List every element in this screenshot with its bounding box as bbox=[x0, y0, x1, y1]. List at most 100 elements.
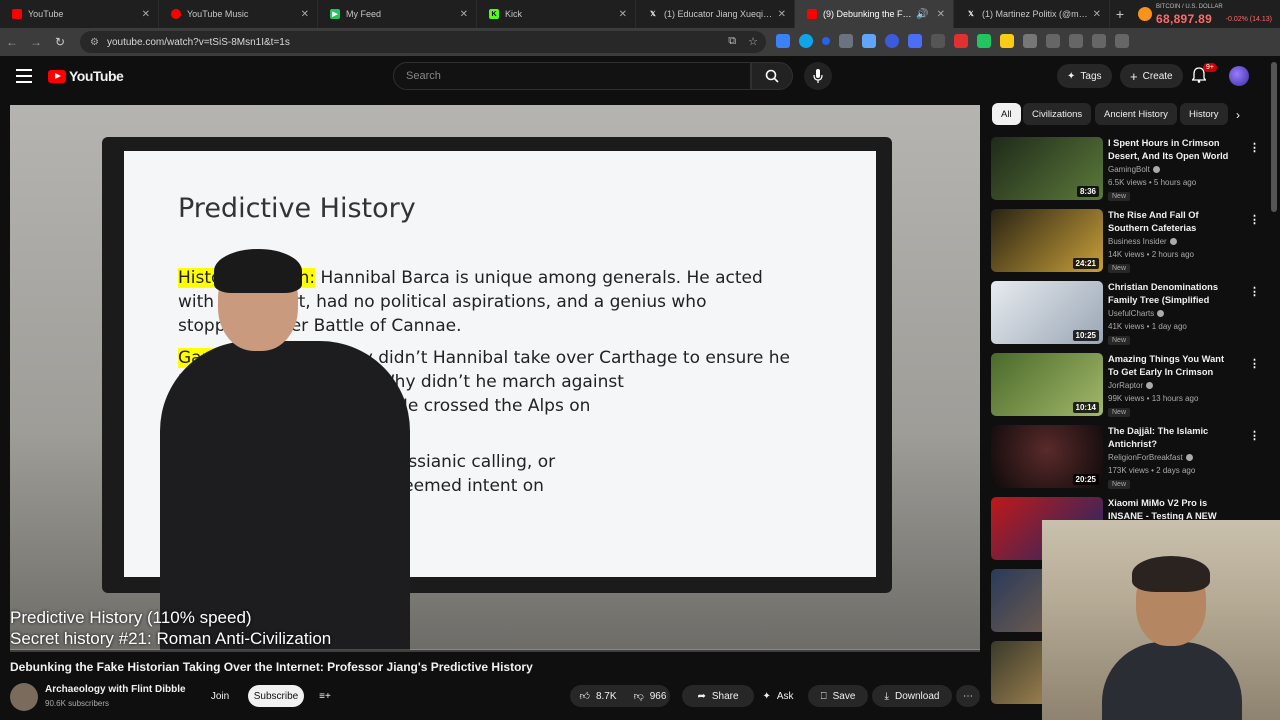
close-icon[interactable]: ✕ bbox=[142, 9, 150, 20]
close-icon[interactable]: ✕ bbox=[937, 9, 945, 20]
puzzle-icon[interactable] bbox=[1023, 34, 1037, 48]
extension-icon[interactable] bbox=[822, 37, 830, 45]
site-info-icon[interactable]: ⚙ bbox=[90, 37, 99, 48]
chip-civilizations[interactable]: Civilizations bbox=[1023, 103, 1092, 125]
chip-ancient-history[interactable]: Ancient History bbox=[1095, 103, 1177, 125]
video-progress-bar[interactable] bbox=[10, 649, 980, 652]
more-options-icon[interactable]: ⋮ bbox=[1249, 285, 1260, 298]
close-icon[interactable]: ✕ bbox=[778, 9, 786, 20]
browser-tab-active[interactable]: (9) Debunking the Fake Hist🔊 ✕ bbox=[795, 0, 954, 28]
channel-name[interactable]: Archaeology with Flint Dibble bbox=[45, 684, 186, 695]
chip-history[interactable]: History bbox=[1180, 103, 1228, 125]
browser-tab[interactable]: 𝕏 (1) Martinez Politix (@martinez ✕ bbox=[954, 0, 1110, 28]
chevron-right-icon[interactable]: › bbox=[1236, 108, 1240, 122]
chip-all[interactable]: All bbox=[992, 103, 1021, 125]
video-thumbnail[interactable]: 20:25 bbox=[991, 425, 1103, 488]
extension-icon[interactable] bbox=[954, 34, 968, 48]
download-button[interactable]: ⤓ Download bbox=[872, 685, 952, 707]
feed-favicon-icon: ▶ bbox=[330, 9, 340, 19]
forward-icon[interactable]: → bbox=[24, 35, 48, 49]
search-button[interactable] bbox=[751, 62, 793, 90]
extension-icon[interactable] bbox=[1046, 34, 1060, 48]
account-avatar[interactable] bbox=[1229, 66, 1249, 86]
download-label: Download bbox=[894, 690, 940, 702]
reload-icon[interactable]: ↻ bbox=[48, 35, 72, 49]
like-button[interactable]: 👍︎ 8.7K bbox=[570, 685, 626, 707]
new-tab-button[interactable]: + bbox=[1110, 6, 1130, 22]
create-label: Create bbox=[1142, 70, 1173, 82]
close-icon[interactable]: ✕ bbox=[460, 9, 468, 20]
create-button[interactable]: + Create bbox=[1120, 64, 1183, 88]
hamburger-menu-icon[interactable] bbox=[16, 69, 32, 83]
video-thumbnail[interactable]: 10:25 bbox=[991, 281, 1103, 344]
extension-icon[interactable] bbox=[977, 34, 991, 48]
extension-icon[interactable] bbox=[1000, 34, 1014, 48]
ask-button[interactable]: ✦ Ask bbox=[752, 685, 804, 707]
youtube-favicon-icon bbox=[807, 9, 817, 19]
search-input[interactable]: Search bbox=[393, 62, 751, 90]
browser-tab[interactable]: 𝕏 (1) Educator Jiang Xueqin Faces ✕ bbox=[636, 0, 795, 28]
video-title[interactable]: Amazing Things You Want To Get Early In … bbox=[1108, 353, 1236, 379]
video-thumbnail[interactable]: 24:21 bbox=[991, 209, 1103, 272]
more-actions-icon[interactable]: ⋯ bbox=[956, 685, 980, 707]
more-options-icon[interactable]: ⋮ bbox=[1249, 213, 1260, 226]
add-to-playlist-icon[interactable]: ≡+ bbox=[313, 685, 337, 707]
devtools-icon[interactable] bbox=[1115, 34, 1129, 48]
extension-icon[interactable] bbox=[776, 34, 790, 48]
extension-icon[interactable] bbox=[862, 34, 876, 48]
video-player[interactable]: Predictive History Histoern: Hannibal Ba… bbox=[10, 105, 980, 650]
share-label: Share bbox=[711, 690, 739, 702]
video-title[interactable]: I Spent Hours in Crimson Desert, And Its… bbox=[1108, 137, 1236, 163]
extension-icon[interactable] bbox=[931, 34, 945, 48]
dislike-button[interactable]: 👎︎ 966 bbox=[628, 685, 672, 707]
share-button[interactable]: ➦ Share bbox=[682, 685, 754, 707]
channel-avatar[interactable] bbox=[10, 683, 38, 711]
x-favicon-icon: 𝕏 bbox=[968, 11, 974, 18]
recommended-video[interactable]: 8:36 I Spent Hours in Crimson Desert, An… bbox=[991, 137, 1260, 205]
history-icon[interactable] bbox=[1069, 34, 1083, 48]
cast-icon[interactable]: ⧉ bbox=[728, 35, 736, 48]
video-thumbnail[interactable]: 8:36 bbox=[991, 137, 1103, 200]
tab-title: (1) Educator Jiang Xueqin Faces bbox=[664, 9, 774, 19]
back-icon[interactable]: ← bbox=[0, 35, 24, 49]
browser-tab[interactable]: ▶ My Feed ✕ bbox=[318, 0, 477, 28]
more-options-icon[interactable]: ⋮ bbox=[1249, 429, 1260, 442]
page-scrollbar[interactable] bbox=[1271, 62, 1277, 212]
speaker-icon[interactable]: 🔊 bbox=[916, 9, 928, 20]
save-button[interactable]: ⎕ Save bbox=[808, 685, 868, 707]
voice-search-button[interactable] bbox=[804, 62, 832, 90]
close-icon[interactable]: ✕ bbox=[301, 9, 309, 20]
recommended-video[interactable]: 24:21 The Rise And Fall Of Southern Cafe… bbox=[991, 209, 1260, 277]
video-thumbnail[interactable]: 10:14 bbox=[991, 353, 1103, 416]
more-options-icon[interactable]: ⋮ bbox=[1249, 357, 1260, 370]
extension-icon[interactable] bbox=[885, 34, 899, 48]
extension-icon[interactable] bbox=[839, 34, 853, 48]
more-options-icon[interactable]: ⋮ bbox=[1249, 141, 1260, 154]
close-icon[interactable]: ✕ bbox=[1093, 9, 1101, 20]
extension-icon[interactable] bbox=[1092, 34, 1106, 48]
recommended-video[interactable]: 10:14 Amazing Things You Want To Get Ear… bbox=[991, 353, 1260, 421]
bookmark-icon: ⎕ bbox=[820, 690, 827, 702]
youtube-music-favicon-icon bbox=[171, 9, 181, 19]
video-title[interactable]: Christian Denominations Family Tree (Sim… bbox=[1108, 281, 1236, 307]
video-title[interactable]: The Dajjāl: The Islamic Antichrist? bbox=[1108, 425, 1236, 451]
recommended-video[interactable]: 10:25 Christian Denominations Family Tre… bbox=[991, 281, 1260, 349]
extension-icon[interactable] bbox=[799, 34, 813, 48]
btc-ticker: BITCOIN / U.S. DOLLAR 68,897.89 -0.02% (… bbox=[1134, 2, 1276, 26]
browser-tab[interactable]: YouTube ✕ bbox=[0, 0, 159, 28]
tags-button[interactable]: ✦ Tags bbox=[1057, 64, 1112, 88]
browser-tab[interactable]: YouTube Music ✕ bbox=[159, 0, 318, 28]
youtube-logo[interactable]: YouTube bbox=[48, 68, 124, 84]
bookmark-star-icon[interactable]: ☆ bbox=[748, 35, 758, 48]
video-title[interactable]: The Rise And Fall Of Southern Cafeterias bbox=[1108, 209, 1236, 235]
join-button[interactable]: Join bbox=[204, 685, 236, 707]
duration-badge: 20:25 bbox=[1072, 474, 1099, 485]
close-icon[interactable]: ✕ bbox=[619, 9, 627, 20]
browser-tab[interactable]: K Kick ✕ bbox=[477, 0, 636, 28]
new-badge: New bbox=[1108, 264, 1131, 273]
extensions-bar bbox=[776, 34, 1129, 48]
address-bar[interactable]: ⚙ youtube.com/watch?v=tSiS-8Msn1I&t=1s ⧉… bbox=[80, 31, 766, 53]
extension-icon[interactable] bbox=[908, 34, 922, 48]
recommended-video[interactable]: 20:25 The Dajjāl: The Islamic Antichrist… bbox=[991, 425, 1260, 493]
subscribe-button[interactable]: Subscribe bbox=[248, 685, 304, 707]
